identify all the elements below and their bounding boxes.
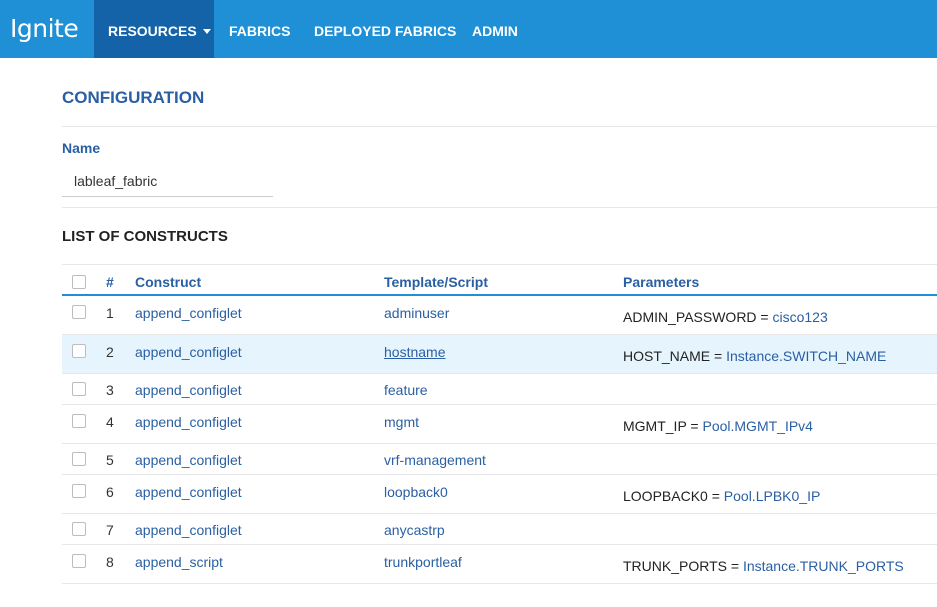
template-link[interactable]: mgmt [384,414,419,430]
param-key: TRUNK_PORTS = [623,558,743,574]
param-val: Instance.SWITCH_NAME [726,348,887,364]
select-all-checkbox[interactable] [72,275,86,289]
table-row[interactable]: 7 append_configlet anycastrp [62,514,937,545]
column-header-num: # [106,274,114,290]
construct-link[interactable]: append_configlet [135,344,242,360]
row-number: 8 [106,554,114,570]
row-checkbox[interactable] [72,554,86,568]
construct-link[interactable]: append_configlet [135,484,242,500]
row-checkbox[interactable] [72,414,86,428]
nav-deployed-fabrics[interactable]: DEPLOYED FABRICS [314,0,456,58]
parameter-value: ADMIN_PASSWORD = cisco123 [623,309,828,325]
parameter-value: TRUNK_PORTS = Instance.TRUNK_PORTS [623,558,904,574]
name-label: Name [62,140,101,156]
parameter-value: HOST_NAME = Instance.SWITCH_NAME [623,348,886,364]
row-number: 3 [106,382,114,398]
divider [62,207,937,208]
template-link[interactable]: adminuser [384,305,449,321]
param-key: HOST_NAME = [623,348,727,364]
param-key: LOOPBACK0 = [623,488,724,504]
construct-link[interactable]: append_configlet [135,305,242,321]
param-val: Pool.MGMT_IPv4 [702,418,813,434]
nav-resources-label: RESOURCES [108,23,197,39]
nav-fabrics[interactable]: FABRICS [229,0,290,58]
name-input[interactable] [62,166,273,197]
table-row[interactable]: 1 append_configlet adminuser ADMIN_PASSW… [62,296,937,335]
template-link[interactable]: loopback0 [384,484,448,500]
row-checkbox[interactable] [72,344,86,358]
table-row[interactable]: 6 append_configlet loopback0 LOOPBACK0 =… [62,475,937,514]
nav-admin[interactable]: ADMIN [472,0,518,58]
constructs-table: # Construct Template/Script Parameters 1… [62,264,937,584]
row-number: 6 [106,484,114,500]
row-number: 1 [106,305,114,321]
parameter-value: MGMT_IP = Pool.MGMT_IPv4 [623,418,813,434]
param-val: Pool.LPBK0_IP [723,488,821,504]
row-number: 7 [106,522,114,538]
column-header-parameters[interactable]: Parameters [623,274,699,290]
template-link[interactable]: vrf-management [384,452,486,468]
list-of-constructs-title: LIST OF CONSTRUCTS [62,228,228,245]
row-number: 2 [106,344,114,360]
table-row[interactable]: 2 append_configlet hostname HOST_NAME = … [62,335,937,374]
param-val: Instance.TRUNK_PORTS [742,558,904,574]
column-header-template[interactable]: Template/Script [384,274,488,290]
param-key: MGMT_IP = [623,418,703,434]
row-checkbox[interactable] [72,382,86,396]
table-header: # Construct Template/Script Parameters [62,264,937,296]
column-header-construct[interactable]: Construct [135,274,201,290]
caret-down-icon [202,28,211,34]
template-link[interactable]: anycastrp [384,522,445,538]
ignite-logo[interactable]: Ignite [10,13,80,45]
row-number: 4 [106,414,114,430]
row-checkbox[interactable] [72,484,86,498]
configuration-title: CONFIGURATION [62,88,205,107]
param-val: cisco123 [772,309,828,325]
row-checkbox[interactable] [72,452,86,466]
construct-link[interactable]: append_configlet [135,452,242,468]
construct-link[interactable]: append_configlet [135,382,242,398]
row-number: 5 [106,452,114,468]
template-link[interactable]: trunkportleaf [384,554,462,570]
row-checkbox[interactable] [72,522,86,536]
divider [62,126,937,127]
table-row[interactable]: 5 append_configlet vrf-management [62,444,937,475]
table-row[interactable]: 4 append_configlet mgmt MGMT_IP = Pool.M… [62,405,937,444]
nav-resources[interactable]: RESOURCES [94,0,214,58]
construct-link[interactable]: append_configlet [135,414,242,430]
template-link[interactable]: hostname [384,344,445,360]
construct-link[interactable]: append_script [135,554,223,570]
table-row[interactable]: 8 append_script trunkportleaf TRUNK_PORT… [62,545,937,584]
table-row[interactable]: 3 append_configlet feature [62,374,937,405]
row-checkbox[interactable] [72,305,86,319]
template-link[interactable]: feature [384,382,428,398]
construct-link[interactable]: append_configlet [135,522,242,538]
param-key: ADMIN_PASSWORD = [623,309,773,325]
top-navbar: Ignite RESOURCES FABRICS DEPLOYED FABRIC… [0,0,937,58]
parameter-value: LOOPBACK0 = Pool.LPBK0_IP [623,488,820,504]
